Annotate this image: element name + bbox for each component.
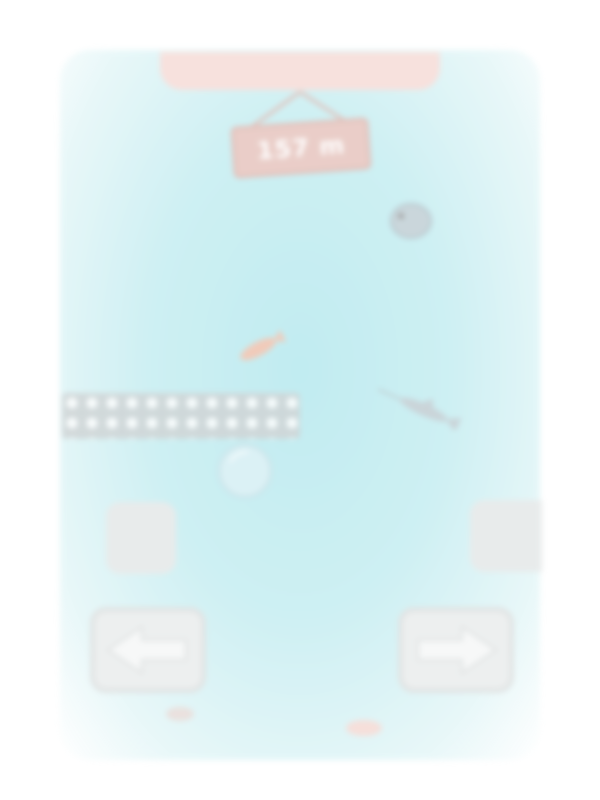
swordfish <box>377 388 462 430</box>
arrow-left-icon <box>106 625 187 675</box>
floor-rock <box>166 707 194 721</box>
move-right-button[interactable] <box>398 607 514 693</box>
game-screen: 157 m <box>0 0 600 800</box>
move-left-button[interactable] <box>90 607 206 693</box>
right-side-button[interactable] <box>470 500 542 572</box>
arrow-right-icon <box>417 625 498 675</box>
game-scene: 157 m <box>0 0 600 800</box>
pufferfish <box>390 203 432 239</box>
floor-coral <box>346 720 382 736</box>
orange-fish <box>240 330 287 361</box>
depth-label: 157 m <box>255 130 347 166</box>
left-side-button[interactable] <box>106 502 176 574</box>
bubble <box>217 443 273 499</box>
depth-sign: 157 m <box>230 117 372 179</box>
net-platform <box>62 393 300 439</box>
